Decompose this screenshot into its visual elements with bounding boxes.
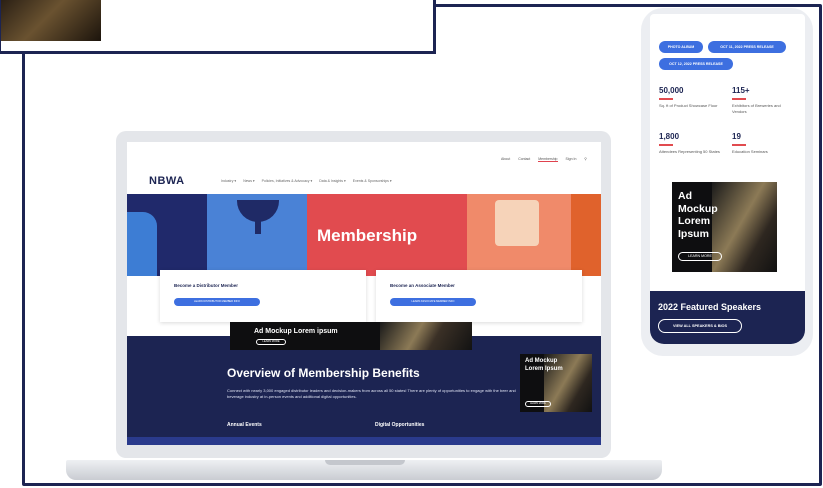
distributor-card: Become a Distributor Member LEARN DISTRI… <box>160 270 366 322</box>
benefits-body: Connect with nearly 3,000 engaged distri… <box>227 388 516 399</box>
associate-card: Become an Associate Member LEARN ASSOCIA… <box>376 270 582 322</box>
side-ad-button[interactable]: LEARN MORE <box>525 401 551 407</box>
ad-banner-image <box>380 322 472 350</box>
hero-mug-shape <box>495 200 539 246</box>
phone-screen: PHOTO ALBUM OCT 11, 2022 PRESS RELEASE O… <box>650 14 805 344</box>
side-ad[interactable]: Ad Mockup Lorem Ipsum LEARN MORE <box>520 354 592 412</box>
stat-underline <box>732 98 746 100</box>
cropped-photo <box>1 0 101 41</box>
distributor-info-button[interactable]: LEARN DISTRIBUTOR MEMBER INFO <box>174 298 260 306</box>
search-icon[interactable]: ⚲ <box>584 157 587 162</box>
stat-label: Exhibitors of Breweries and Vendors <box>732 103 781 114</box>
distributor-card-title: Become a Distributor Member <box>174 283 239 288</box>
stat-number: 1,800 <box>659 132 680 141</box>
utility-nav: About Contact Membership Sign In ⚲ <box>501 157 587 162</box>
phone-ad-button[interactable]: LEARN MORE <box>678 252 722 261</box>
nav-item-policies[interactable]: Policies, Initiatives & Advocacy ▾ <box>262 179 313 183</box>
hero-title: Membership <box>317 226 418 245</box>
stat-number: 50,000 <box>659 86 684 95</box>
photo-album-button[interactable]: PHOTO ALBUM <box>659 41 703 53</box>
press-release-oct11-button[interactable]: OCT 11, 2022 PRESS RELEASE <box>708 41 786 53</box>
digital-opportunities-heading: Digital Opportunities <box>375 422 425 428</box>
stat-underline <box>732 144 746 146</box>
view-speakers-button[interactable]: VIEW ALL SPEAKERS & BIOS <box>658 319 742 333</box>
stat-label: Education Seminars <box>732 149 768 154</box>
stat-label: Attendees Representing 50 States <box>659 149 720 154</box>
phone-ad[interactable]: Ad Mockup Lorem Ipsum LEARN MORE <box>672 182 777 272</box>
top-cropped-card <box>0 0 436 54</box>
hero-bottle-shape <box>127 212 157 276</box>
hero-tile-orange <box>571 194 601 276</box>
ad-banner-title: Ad Mockup Lorem ipsum <box>254 328 338 335</box>
nav-item-data[interactable]: Data & Insights ▾ <box>319 179 345 183</box>
ad-banner[interactable]: Ad Mockup Lorem ipsum LEARN MORE <box>230 322 472 350</box>
hero-glass-stem <box>255 220 261 234</box>
site-logo[interactable]: NBWA <box>149 175 185 187</box>
hero-banner: Membership <box>127 194 601 276</box>
annual-events-heading: Annual Events <box>227 422 262 428</box>
nav-item-news[interactable]: News ▾ <box>243 179 254 183</box>
stat-attendees: 1,800 Attendees Representing 50 States <box>659 132 721 155</box>
util-link-about[interactable]: About <box>501 157 510 162</box>
stat-number: 19 <box>732 132 741 141</box>
util-link-membership[interactable]: Membership <box>538 157 558 162</box>
associate-card-title: Become an Associate Member <box>390 283 455 288</box>
nav-item-events[interactable]: Events & Sponsorships ▾ <box>353 179 392 183</box>
speakers-title: 2022 Featured Speakers <box>658 302 762 312</box>
stat-underline <box>659 144 673 146</box>
laptop-screen: About Contact Membership Sign In ⚲ NBWA … <box>127 142 601 445</box>
laptop-notch <box>325 460 405 465</box>
stat-number: 115+ <box>732 86 750 95</box>
main-nav: Industry ▾ News ▾ Policies, Initiatives … <box>221 179 392 183</box>
benefits-title: Overview of Membership Benefits <box>227 366 420 380</box>
util-link-contact[interactable]: Contact <box>518 157 530 162</box>
side-ad-title: Ad Mockup Lorem Ipsum <box>525 358 563 372</box>
stat-floor: 50,000 Sq. ft of Product Showcase Floor <box>659 86 721 109</box>
stat-exhibitors: 115+ Exhibitors of Breweries and Vendors <box>732 86 794 115</box>
press-release-oct12-button[interactable]: OCT 12, 2022 PRESS RELEASE <box>659 58 733 70</box>
ad-banner-button[interactable]: LEARN MORE <box>256 339 286 345</box>
util-link-signin[interactable]: Sign In <box>566 157 577 162</box>
stat-seminars: 19 Education Seminars <box>732 132 794 155</box>
stat-label: Sq. ft of Product Showcase Floor <box>659 103 718 108</box>
speakers-section: 2022 Featured Speakers VIEW ALL SPEAKERS… <box>650 291 805 344</box>
phone-ad-title: Ad Mockup Lorem Ipsum <box>678 190 718 240</box>
nav-item-industry[interactable]: Industry ▾ <box>221 179 236 183</box>
section-strip <box>127 437 601 445</box>
stat-underline <box>659 98 673 100</box>
associate-info-button[interactable]: LEARN ASSOCIATE MEMBER INFO <box>390 298 476 306</box>
benefits-section: Overview of Membership Benefits Connect … <box>127 336 601 445</box>
